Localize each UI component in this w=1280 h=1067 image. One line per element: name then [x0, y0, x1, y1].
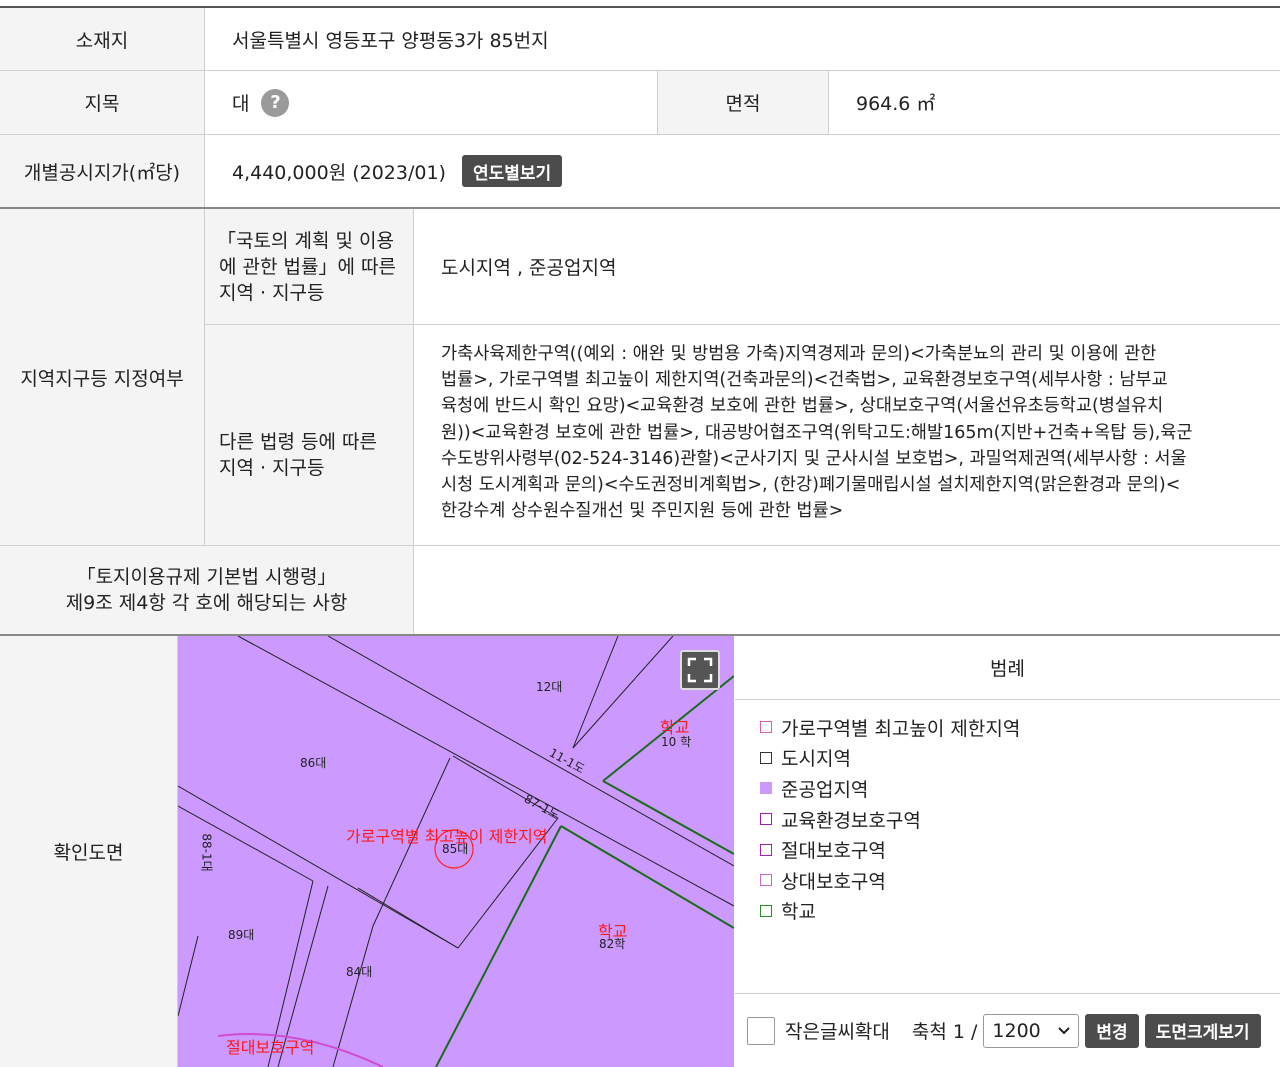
land-category-label-text: 지목	[84, 93, 120, 115]
zones-label: 지역지구등 지정여부	[0, 209, 205, 546]
yearly-view-button[interactable]: 연도별보기	[461, 155, 563, 187]
legend-item: 가로구역별 최고높이 제한지역	[760, 712, 1020, 743]
legend-label: 도시지역	[781, 748, 851, 771]
zones-label-text: 지역지구등 지정여부	[20, 367, 184, 390]
other-law-value-line: 시청 도시계획과 문의)<수도권정비계획법>, (한강)폐기물매립시설 설치제한…	[441, 475, 1181, 496]
legend-label: 상대보호구역	[781, 870, 886, 893]
legend-label: 학교	[781, 901, 816, 924]
other-law-value-line: 수도방위사령부(02-524-3146)관할)<군사기지 및 군사시설 보호법>…	[441, 448, 1187, 469]
map-label-school: 학교	[598, 922, 628, 941]
change-button[interactable]: 변경	[1085, 1013, 1139, 1048]
location-label-text: 소재지	[75, 29, 129, 52]
area-label-text: 면적	[725, 93, 761, 115]
map-label-89: 89대	[228, 928, 255, 942]
small-text-label: 작은글씨확대	[785, 1021, 890, 1043]
price-label: 개별공시지가(㎡당)	[0, 135, 205, 207]
legend-swatch	[760, 721, 772, 734]
legend-title-text: 범례	[990, 658, 1025, 680]
scale-select[interactable]: 1200	[983, 1013, 1080, 1048]
land-category-value: 대 ?	[205, 71, 658, 135]
map-label-84: 84대	[346, 965, 373, 979]
regulation-line: 제9조 제4항 각 호에 해당되는 사항	[65, 592, 348, 614]
area-label: 면적	[658, 71, 829, 135]
regulation-label: 「토지이용규제 기본법 시행령」 제9조 제4항 각 호에 해당되는 사항	[0, 546, 414, 634]
regulation-line: 「토지이용규제 기본법 시행령」	[76, 566, 337, 588]
map-label-text: 확인도면	[53, 842, 124, 864]
land-category-value-text: 대	[232, 93, 250, 115]
national-law-line: 「국토의 계획 및 이용	[217, 229, 394, 252]
other-law-value-line: 육청에 반드시 확인 요망)<교육환경 보호에 관한 법률>, 상대보호구역(서…	[441, 396, 1164, 417]
legend-item: 절대보호구역	[760, 834, 1020, 865]
map-label-absolute-zone: 절대보호구역	[226, 1038, 315, 1057]
price-value: 4,440,000원 (2023/01) 연도별보기	[205, 135, 1280, 207]
legend-item: 학교	[760, 896, 1020, 927]
legend-item: 교육환경보호구역	[760, 804, 1020, 835]
legend-list: 가로구역별 최고높이 제한지역도시지역준공업지역교육환경보호구역절대보호구역상대…	[760, 712, 1020, 926]
regulation-value	[414, 546, 1280, 634]
legend-swatch	[760, 874, 772, 887]
price-label-text: 개별공시지가(㎡당)	[23, 161, 181, 184]
legend-item: 준공업지역	[760, 773, 1020, 804]
small-text-checkbox[interactable]	[747, 1016, 775, 1045]
chevron-down-icon	[1058, 1026, 1071, 1034]
price-value-text: 4,440,000원 (2023/01)	[232, 161, 446, 184]
national-law-value-text: 도시지역 , 준공업지역	[441, 257, 617, 279]
expand-icon[interactable]	[680, 650, 720, 690]
legend-label: 절대보호구역	[781, 840, 886, 863]
legend-label: 교육환경보호구역	[781, 809, 921, 832]
national-law-line: 지역 · 지구등	[219, 281, 325, 304]
area-value-text: 964.6 ㎡	[856, 93, 936, 115]
map-label-86: 86대	[300, 756, 327, 770]
national-law-line: 에 관한 법률」에 따른	[219, 255, 396, 278]
legend-swatch	[760, 904, 772, 917]
legend-title: 범례	[735, 636, 1280, 700]
location-value: 서울특별시 영등포구 양평동3가 85번지	[205, 8, 1280, 71]
scale-label: 축척 1 /	[911, 1021, 978, 1043]
other-law-value-line: 법률>, 가로구역별 최고높이 제한지역(건축과문의)<건축법>, 교육환경보호…	[441, 370, 1168, 391]
other-law-value-line: 한강수계 상수원수질개선 및 주민지원 등에 관한 법률>	[441, 501, 844, 522]
enlarge-map-button[interactable]: 도면크게보기	[1144, 1013, 1261, 1048]
national-law-value: 도시지역 , 준공업지역	[414, 209, 1280, 325]
other-law-value-line: 원))<교육환경 보호에 관한 법률>, 대공방어협조구역(위탁고도:해발165…	[441, 422, 1193, 443]
other-law-line: 다른 법령 등에 따른	[219, 431, 377, 453]
other-law-line: 지역 · 지구등	[219, 457, 325, 479]
legend-label: 가로구역별 최고높이 제한지역	[781, 717, 1021, 740]
legend-swatch	[760, 751, 772, 764]
expand-icon-glyph	[687, 657, 713, 683]
map-label-12: 12대	[536, 680, 563, 694]
location-value-text: 서울특별시 영등포구 양평동3가 85번지	[232, 29, 549, 52]
legend-swatch	[760, 843, 772, 856]
national-law-label: 「국토의 계획 및 이용 에 관한 법률」에 따른 지역 · 지구등	[205, 209, 414, 325]
map-label: 확인도면	[0, 636, 178, 1067]
legend-swatch	[760, 813, 772, 826]
other-law-value-line: 가축사육제한구역((예외 : 애완 및 방범용 가축)지역경제과 문의)<가축분…	[441, 344, 1157, 364]
legend-label: 준공업지역	[781, 778, 869, 801]
area-value: 964.6 ㎡	[829, 71, 1280, 135]
legend-swatch	[760, 782, 772, 795]
cadastral-map[interactable]: 12대 11-1도 86대 87-1도 88-1대 89대 84대 85대 10…	[178, 636, 734, 1067]
help-icon[interactable]: ?	[261, 88, 290, 117]
location-label: 소재지	[0, 8, 205, 71]
other-law-label: 다른 법령 등에 따른 지역 · 지구등	[205, 325, 414, 546]
scale-select-value: 1200	[992, 1019, 1041, 1042]
other-law-value: 가축사육제한구역((예외 : 애완 및 방범용 가축)지역경제과 문의)<가축분…	[414, 325, 1280, 546]
legend-item: 상대보호구역	[760, 865, 1020, 896]
map-label-height-zone: 가로구역별 최고높이 제한지역	[346, 827, 548, 846]
map-controls: 작은글씨확대 축척 1 / 1200 변경 도면크게보기	[735, 993, 1280, 1067]
map-label-school: 학교	[660, 718, 690, 737]
map-label-88: 88-1대	[199, 833, 214, 872]
land-category-label: 지목	[0, 71, 205, 135]
legend-item: 도시지역	[760, 743, 1020, 774]
